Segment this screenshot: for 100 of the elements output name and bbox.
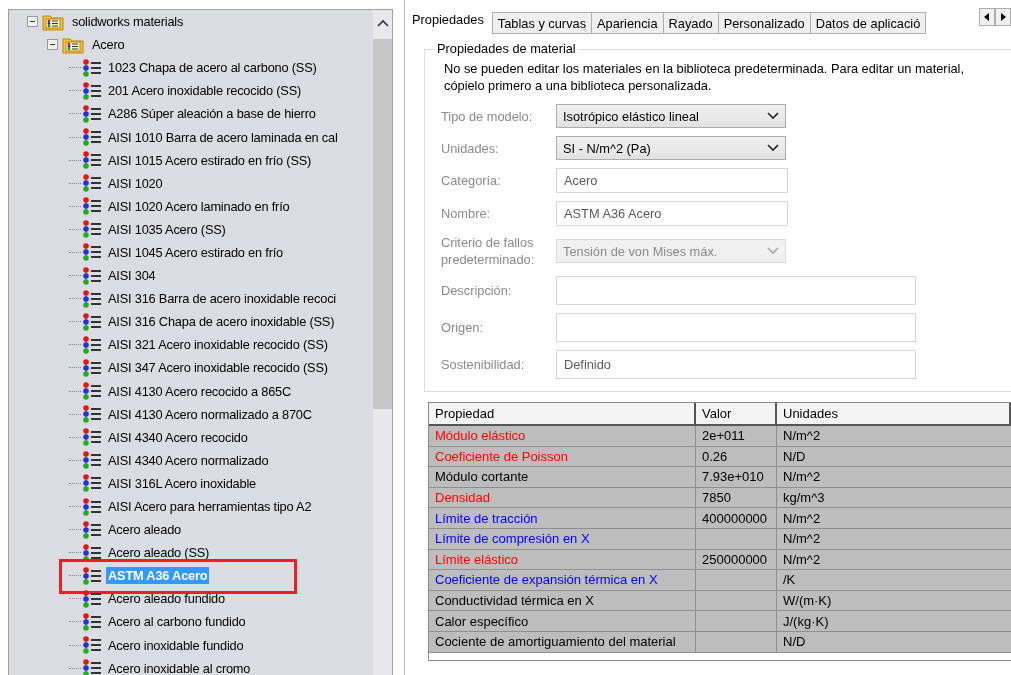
folder-icon [42, 12, 64, 31]
tree-item[interactable]: AISI 321 Acero inoxidable recocido (SS) [106, 336, 330, 354]
scrollbar[interactable] [373, 10, 392, 675]
material-icon [81, 103, 103, 124]
collapse-icon[interactable] [27, 16, 38, 28]
tree-item[interactable]: AISI 316 Barra de acero inoxidable recoci [106, 290, 338, 308]
tree-item[interactable]: solidworks materials [70, 13, 186, 31]
tree-item[interactable]: AISI 4130 Acero recocido a 865C [106, 382, 294, 400]
column-header[interactable]: Propiedad [429, 403, 696, 424]
tab[interactable]: Rayado [662, 12, 719, 34]
tree-item[interactable]: A286 Súper aleación a base de hierro [106, 105, 318, 123]
table-cell-text: kg/m^3 [782, 489, 826, 508]
table-cell-text: N/D [782, 633, 807, 652]
tree-item[interactable]: Acero aleado (SS) [106, 544, 212, 562]
column-header[interactable]: Unidades [777, 403, 1011, 424]
field-label: Nombre: [441, 205, 492, 222]
material-icon [81, 57, 103, 78]
field-label: Sostenibilidad: [441, 356, 526, 373]
tree-item[interactable]: Acero aleado fundido [106, 590, 227, 608]
table-cell-text: N/m^2 [782, 468, 822, 487]
material-icon [81, 519, 103, 540]
material-icon [81, 658, 103, 675]
table-cell: 400000000 [696, 508, 777, 528]
table-cell: 7850 [696, 487, 777, 508]
group-title: Propiedades de material [435, 41, 578, 56]
tab[interactable]: Tablas y curvas [491, 12, 593, 34]
material-icon [81, 427, 103, 448]
table-cell: Módulo elástico [429, 426, 696, 446]
material-icon [81, 288, 103, 309]
material-icon [81, 196, 103, 217]
collapse-icon[interactable] [47, 39, 58, 51]
tree-item[interactable]: AISI 347 Acero inoxidable recocido (SS) [106, 359, 330, 377]
dropdown[interactable]: Isotrópico elástico lineal [556, 104, 786, 128]
tree-item[interactable]: AISI 1020 [106, 174, 165, 192]
material-icon [81, 450, 103, 471]
material-icon [81, 635, 103, 656]
field-label: Unidades: [441, 139, 500, 157]
caret-icon [767, 112, 779, 120]
tab[interactable]: Personalizado [717, 12, 811, 34]
table-cell-text: N/m^2 [782, 550, 822, 569]
material-icon [81, 265, 103, 286]
tree-item[interactable]: Acero aleado [106, 521, 183, 539]
input-field[interactable] [556, 276, 916, 305]
material-icon [81, 473, 103, 494]
tree-item[interactable]: AISI 304 [106, 267, 158, 285]
input-field[interactable]: ASTM A36 Acero [556, 201, 788, 226]
table-cell: Límite de compresión en X [429, 528, 696, 549]
scroll-thumb[interactable] [373, 39, 392, 409]
dropdown[interactable]: SI - N/m^2 (Pa) [556, 136, 786, 160]
material-icon [81, 496, 103, 517]
tree-item[interactable]: 1023 Chapa de acero al carbono (SS) [106, 59, 319, 77]
tree-item[interactable]: AISI 4130 Acero normalizado a 870C [106, 405, 314, 423]
table-cell: Límite elástico [429, 549, 696, 570]
material-icon [81, 80, 103, 101]
tree-item[interactable]: AISI 1045 Acero estirado en frío [106, 244, 285, 261]
tree-item[interactable]: AISI 316L Acero inoxidable [106, 474, 258, 492]
caret-icon [767, 247, 779, 255]
table-cell: Cociente de amortiguamiento del material [429, 631, 696, 652]
material-icon [81, 150, 103, 171]
table-cell: 7.93e+010 [696, 467, 777, 487]
table-cell-text: N/m^2 [782, 509, 822, 528]
tree-item[interactable]: Acero al carbono fundido [106, 613, 248, 631]
tree-item[interactable]: Acero inoxidable fundido [106, 636, 246, 654]
tree-item[interactable]: AISI Acero para herramientas tipo A2 [106, 498, 314, 515]
tree-item[interactable]: AISI 316 Chapa de acero inoxidable (SS) [106, 313, 337, 331]
table-cell: Coeficiente de Poisson [429, 446, 696, 467]
input-field[interactable] [556, 313, 916, 342]
table-cell-text: J/(kg·K) [782, 612, 830, 631]
table-cell-text: W/(m·K) [782, 592, 833, 611]
material-icon [81, 219, 103, 240]
input-field[interactable]: Acero [556, 168, 788, 193]
table-cell: 250000000 [696, 549, 777, 570]
scroll-up-icon[interactable] [376, 19, 389, 27]
tree-item[interactable]: AISI 1020 Acero laminado en frío [106, 197, 292, 215]
tree-item[interactable]: AISI 4340 Acero normalizado [106, 451, 271, 469]
right-triangle-icon [1000, 13, 1006, 21]
tab[interactable]: Datos de aplicació [809, 12, 927, 34]
caret-icon [767, 144, 779, 152]
folder-icon [62, 35, 84, 54]
tab-scroll-right-button[interactable] [995, 8, 1011, 26]
table-cell-text: N/m^2 [782, 530, 822, 549]
field-label: Descripción: [441, 282, 513, 299]
left-triangle-icon [984, 13, 990, 21]
field-label: Categoría: [441, 172, 502, 189]
tree-item[interactable]: 201 Acero inoxidable recocido (SS) [106, 82, 304, 100]
material-icon [81, 588, 103, 609]
tree-item[interactable]: AISI 1010 Barra de acero laminada en cal [106, 128, 340, 146]
tree-item[interactable]: AISI 1035 Acero (SS) [106, 220, 228, 238]
tree-item[interactable]: Acero [90, 36, 127, 54]
table-cell-text: /K [782, 571, 797, 590]
table-cell-text: N/D [782, 447, 807, 466]
material-icon [81, 311, 103, 332]
tab[interactable]: Apariencia [591, 12, 664, 34]
column-header[interactable]: Valor [696, 403, 777, 424]
input-field[interactable]: Definido [556, 350, 916, 379]
tree-item[interactable]: AISI 1015 Acero estirado en frío (SS) [106, 151, 314, 169]
tree-item[interactable]: AISI 4340 Acero recocido [106, 428, 250, 446]
tree-item[interactable]: Acero inoxidable al cromo [106, 659, 253, 675]
tab-scroll-left-button[interactable] [979, 8, 995, 26]
table-cell: Límite de tracción [429, 508, 696, 528]
